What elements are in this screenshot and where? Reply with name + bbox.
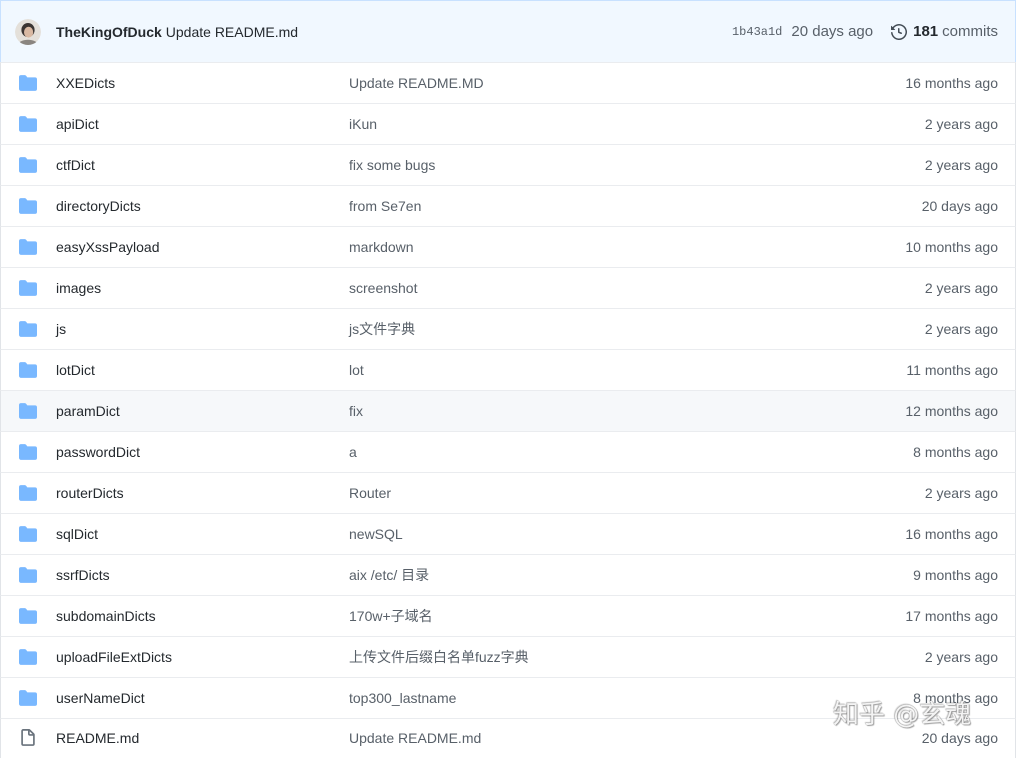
file-name-link[interactable]: passwordDict bbox=[56, 432, 140, 472]
folder-icon bbox=[19, 525, 37, 543]
file-name-link[interactable]: subdomainDicts bbox=[56, 596, 156, 636]
file-row[interactable]: passwordDict a 8 months ago bbox=[0, 431, 1016, 472]
commit-sha-link[interactable]: 1b43a1d bbox=[732, 25, 782, 39]
file-name-link[interactable]: js bbox=[56, 309, 66, 349]
file-name-link[interactable]: userNameDict bbox=[56, 678, 145, 718]
file-row[interactable]: ssrfDicts aix /etc/ 目录 9 months ago bbox=[0, 554, 1016, 595]
file-list: XXEDicts Update README.MD 16 months ago api… bbox=[0, 62, 1016, 758]
file-row[interactable]: js js文件字典 2 years ago bbox=[0, 308, 1016, 349]
file-row[interactable]: directoryDicts from Se7en 20 days ago bbox=[0, 185, 1016, 226]
commit-message-link[interactable]: Router bbox=[349, 473, 391, 513]
folder-icon bbox=[19, 607, 37, 625]
commits-label: commits bbox=[942, 23, 998, 40]
last-updated-time: 2 years ago bbox=[924, 280, 998, 296]
folder-icon bbox=[19, 279, 37, 297]
file-name-link[interactable]: images bbox=[56, 268, 101, 308]
folder-icon bbox=[19, 238, 37, 256]
last-updated-time: 17 months ago bbox=[905, 608, 998, 624]
last-updated-time: 2 years ago bbox=[924, 649, 998, 665]
commit-message-link[interactable]: a bbox=[349, 432, 357, 472]
commit-message-link[interactable]: screenshot bbox=[349, 268, 417, 308]
file-name-link[interactable]: paramDict bbox=[56, 391, 120, 431]
latest-commit-summary: TheKingOfDuck Update README.md bbox=[56, 1, 298, 62]
last-updated-time: 9 months ago bbox=[913, 567, 998, 583]
commit-message-link[interactable]: fix some bugs bbox=[349, 145, 435, 185]
folder-icon bbox=[19, 484, 37, 502]
file-name-link[interactable]: uploadFileExtDicts bbox=[56, 637, 172, 677]
commit-count: 181 bbox=[913, 23, 939, 40]
commit-message-link[interactable]: 170w+子域名 bbox=[349, 596, 433, 636]
commits-history-link[interactable]: 181 commits bbox=[891, 23, 998, 40]
repository-file-browser: TheKingOfDuck Update README.md 1b43a1d 2… bbox=[0, 0, 1016, 758]
commit-age-link[interactable]: 20 days ago bbox=[791, 23, 873, 40]
last-updated-time: 20 days ago bbox=[921, 730, 998, 746]
commit-author-link[interactable]: TheKingOfDuck bbox=[56, 24, 162, 40]
last-updated-time: 11 months ago bbox=[906, 362, 998, 378]
last-updated-time: 16 months ago bbox=[905, 75, 998, 91]
folder-icon bbox=[19, 197, 37, 215]
commit-message-link[interactable]: iKun bbox=[349, 104, 377, 144]
history-icon bbox=[891, 23, 908, 40]
commit-message-link[interactable]: lot bbox=[349, 350, 364, 390]
file-name-link[interactable]: README.md bbox=[56, 719, 139, 758]
commit-message-link[interactable]: from Se7en bbox=[349, 186, 421, 226]
folder-icon bbox=[19, 74, 37, 92]
folder-icon bbox=[19, 566, 37, 584]
last-updated-time: 8 months ago bbox=[913, 444, 998, 460]
folder-icon bbox=[19, 689, 37, 707]
latest-commit-details: 1b43a1d 20 days ago 181 commits bbox=[732, 1, 998, 62]
last-updated-time: 2 years ago bbox=[924, 157, 998, 173]
file-row[interactable]: lotDict lot 11 months ago bbox=[0, 349, 1016, 390]
commit-message-link[interactable]: fix bbox=[349, 391, 363, 431]
file-row[interactable]: XXEDicts Update README.MD 16 months ago bbox=[0, 62, 1016, 103]
folder-icon bbox=[19, 648, 37, 666]
commit-message-link[interactable]: markdown bbox=[349, 227, 414, 267]
last-updated-time: 2 years ago bbox=[924, 321, 998, 337]
commit-message-link[interactable]: 上传文件后缀白名单fuzz字典 bbox=[349, 637, 529, 677]
file-row[interactable]: subdomainDicts 170w+子域名 17 months ago bbox=[0, 595, 1016, 636]
file-row[interactable]: userNameDict top300_lastname 8 months ago bbox=[0, 677, 1016, 718]
file-row[interactable]: sqlDict newSQL 16 months ago bbox=[0, 513, 1016, 554]
commit-message-link[interactable]: js文件字典 bbox=[349, 309, 415, 349]
file-row[interactable]: paramDict fix 12 months ago bbox=[0, 390, 1016, 431]
commit-message-link[interactable]: top300_lastname bbox=[349, 678, 456, 718]
last-updated-time: 16 months ago bbox=[905, 526, 998, 542]
last-updated-time: 10 months ago bbox=[905, 239, 998, 255]
file-row[interactable]: images screenshot 2 years ago bbox=[0, 267, 1016, 308]
file-name-link[interactable]: routerDicts bbox=[56, 473, 124, 513]
folder-icon bbox=[19, 115, 37, 133]
commit-message-link[interactable]: Update README.md bbox=[349, 719, 481, 758]
folder-icon bbox=[19, 361, 37, 379]
last-updated-time: 2 years ago bbox=[924, 485, 998, 501]
file-name-link[interactable]: lotDict bbox=[56, 350, 95, 390]
last-updated-time: 8 months ago bbox=[913, 690, 998, 706]
file-icon bbox=[19, 729, 37, 747]
file-name-link[interactable]: XXEDicts bbox=[56, 63, 115, 103]
last-updated-time: 2 years ago bbox=[924, 116, 998, 132]
folder-icon bbox=[19, 320, 37, 338]
file-name-link[interactable]: ctfDict bbox=[56, 145, 95, 185]
commit-message-link[interactable]: aix /etc/ 目录 bbox=[349, 555, 429, 595]
file-row[interactable]: routerDicts Router 2 years ago bbox=[0, 472, 1016, 513]
file-name-link[interactable]: ssrfDicts bbox=[56, 555, 110, 595]
latest-commit-message-link[interactable]: Update README.md bbox=[166, 24, 298, 40]
file-row[interactable]: README.md Update README.md 20 days ago bbox=[0, 718, 1016, 758]
folder-icon bbox=[19, 443, 37, 461]
file-name-link[interactable]: easyXssPayload bbox=[56, 227, 160, 267]
file-row[interactable]: ctfDict fix some bugs 2 years ago bbox=[0, 144, 1016, 185]
file-row[interactable]: apiDict iKun 2 years ago bbox=[0, 103, 1016, 144]
latest-commit-bar: TheKingOfDuck Update README.md 1b43a1d 2… bbox=[0, 0, 1016, 62]
file-row[interactable]: uploadFileExtDicts 上传文件后缀白名单fuzz字典 2 years… bbox=[0, 636, 1016, 677]
file-name-link[interactable]: sqlDict bbox=[56, 514, 98, 554]
avatar[interactable] bbox=[15, 19, 41, 45]
folder-icon bbox=[19, 156, 37, 174]
commit-message-link[interactable]: newSQL bbox=[349, 514, 403, 554]
last-updated-time: 12 months ago bbox=[905, 403, 998, 419]
commit-message-link[interactable]: Update README.MD bbox=[349, 63, 484, 103]
file-row[interactable]: easyXssPayload markdown 10 months ago bbox=[0, 226, 1016, 267]
last-updated-time: 20 days ago bbox=[921, 198, 998, 214]
folder-icon bbox=[19, 402, 37, 420]
file-name-link[interactable]: directoryDicts bbox=[56, 186, 141, 226]
file-name-link[interactable]: apiDict bbox=[56, 104, 99, 144]
